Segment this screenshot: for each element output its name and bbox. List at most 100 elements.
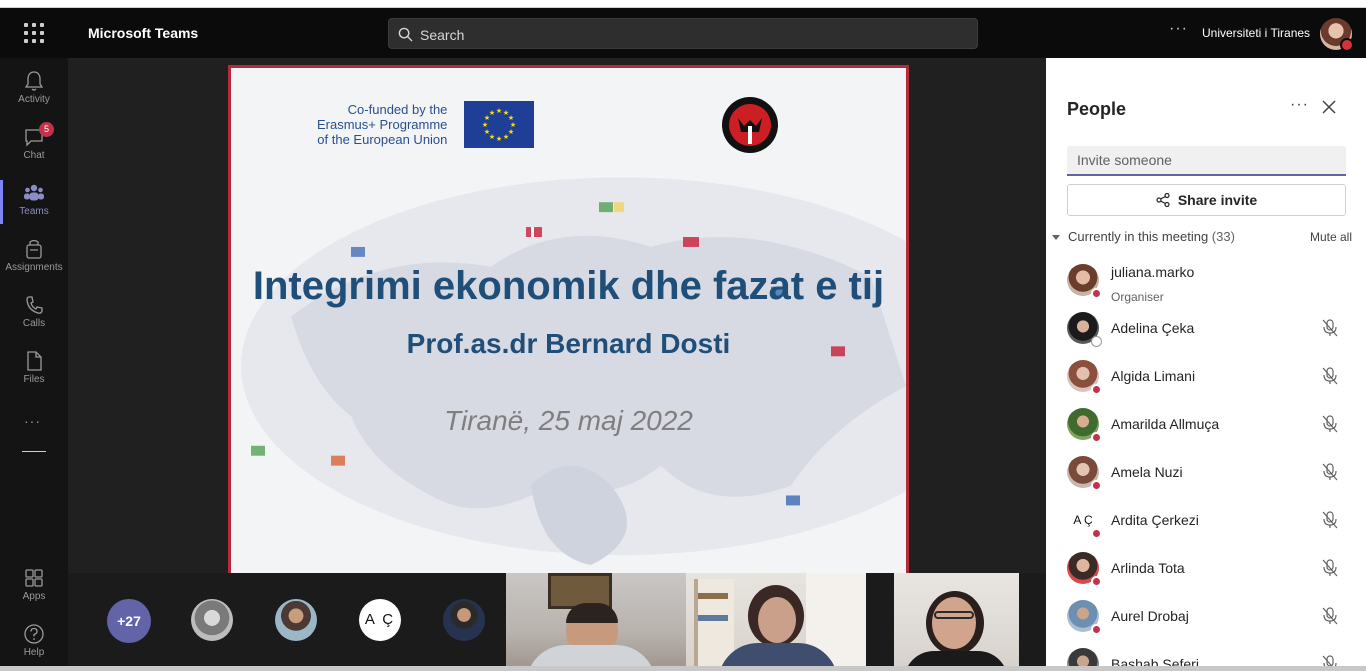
app-launcher-icon[interactable] (24, 23, 44, 43)
slide-presenter: Prof.as.dr Bernard Dosti (406, 328, 731, 359)
mic-muted-icon[interactable] (1321, 558, 1339, 578)
avatar (1067, 600, 1102, 635)
avatar (1067, 264, 1102, 299)
participant-video[interactable] (686, 573, 866, 671)
svg-text:★: ★ (489, 109, 495, 117)
svg-text:★: ★ (484, 128, 490, 136)
rail-label: Files (23, 374, 45, 385)
participant-name: Adelina Çeka (1111, 320, 1195, 336)
participant-avatar[interactable] (275, 599, 317, 641)
share-invite-button[interactable]: Share invite (1067, 184, 1346, 216)
participant-initials-avatar[interactable]: A Ç (359, 599, 401, 641)
participant-row[interactable]: Amarilda Allmuça (1067, 408, 1351, 456)
participant-row[interactable]: A Ç Ardita Çerkezi (1067, 504, 1351, 552)
presence-busy-icon (1091, 384, 1102, 395)
mic-muted-icon[interactable] (1321, 510, 1339, 530)
presence-busy-icon (1091, 432, 1102, 443)
rail-item-files[interactable]: Files (0, 344, 68, 396)
section-label: Currently in this meeting (1068, 229, 1209, 244)
panel-more-options-icon[interactable]: ··· (1290, 96, 1309, 114)
participant-name: Algida Limani (1111, 368, 1196, 384)
svg-text:★: ★ (503, 133, 509, 141)
eu-flag-logo: ★ ★★★ ★★★★ ★★★★ (464, 101, 534, 148)
people-panel: People ··· Share invite Currently in thi… (1046, 58, 1366, 671)
rail-label: Apps (22, 591, 46, 602)
title-bar: Microsoft Teams Search ··· Universiteti … (0, 8, 1366, 58)
participant-row[interactable]: Aurel Drobaj (1067, 600, 1351, 648)
search-placeholder: Search (420, 27, 465, 43)
participant-name: Amela Nuzi (1111, 464, 1183, 480)
svg-text:★: ★ (496, 107, 502, 115)
cofunded-line-3: of the European Union (317, 132, 448, 147)
more-participants-button[interactable]: +27 (107, 599, 151, 643)
participant-name: juliana.marko (1111, 264, 1195, 280)
shared-slide: Co-funded by the Erasmus+ Programme of t… (228, 65, 909, 573)
rail-item-calls[interactable]: Calls (0, 288, 68, 340)
participant-row[interactable]: Amela Nuzi (1067, 456, 1351, 504)
search-box[interactable]: Search (388, 18, 978, 49)
rail-item-apps[interactable]: Apps (0, 561, 68, 613)
browser-top-strip (0, 0, 1366, 8)
participant-name: Aurel Drobaj (1111, 608, 1189, 624)
file-icon (27, 351, 42, 371)
participant-row[interactable]: Arlinda Tota (1067, 552, 1351, 600)
mic-muted-icon[interactable] (1321, 606, 1339, 626)
bell-icon (24, 71, 44, 91)
rail-label: Activity (18, 94, 50, 105)
slide-date: Tiranë, 25 maj 2022 (444, 405, 693, 436)
mute-all-button[interactable]: Mute all (1310, 230, 1352, 244)
rail-item-teams[interactable]: Teams (0, 176, 68, 228)
presence-busy-icon (1091, 528, 1102, 539)
rail-item-help[interactable]: Help (0, 617, 68, 669)
participant-avatar[interactable] (191, 599, 233, 641)
app-title: Microsoft Teams (88, 25, 199, 41)
participant-row[interactable]: juliana.marko Organiser (1067, 264, 1351, 312)
participant-role: Organiser (1111, 290, 1164, 304)
presence-busy-icon (1091, 624, 1102, 635)
rail-item-chat[interactable]: 5 Chat (0, 120, 68, 172)
assignments-icon (26, 239, 42, 259)
participant-name: Amarilda Allmuça (1111, 416, 1220, 432)
avatar (1067, 312, 1102, 347)
participant-row[interactable]: Adelina Çeka (1067, 312, 1351, 360)
window-bottom-edge (0, 666, 1366, 671)
rail-label: Calls (22, 318, 46, 329)
mic-muted-icon[interactable] (1321, 462, 1339, 482)
mic-muted-icon[interactable] (1321, 414, 1339, 434)
svg-text:★: ★ (482, 121, 488, 129)
participant-name: Ardita Çerkezi (1111, 512, 1199, 528)
search-icon (398, 27, 413, 42)
rail-label: Help (23, 647, 45, 658)
share-icon (1156, 192, 1170, 207)
rail-item-assignments[interactable]: Assignments (0, 232, 68, 284)
participant-name: Arlinda Tota (1111, 560, 1185, 576)
teams-icon (24, 184, 44, 201)
more-apps-icon[interactable]: ··· (24, 413, 41, 429)
presence-away-icon (1091, 336, 1102, 347)
more-options-icon[interactable]: ··· (1169, 20, 1188, 38)
participant-row[interactable]: Algida Limani (1067, 360, 1351, 408)
apps-icon (25, 569, 43, 587)
invite-someone-input[interactable] (1067, 146, 1346, 176)
avatar (1067, 456, 1102, 491)
avatar (1067, 408, 1102, 443)
participant-video[interactable] (506, 573, 686, 671)
svg-text:★: ★ (496, 135, 502, 143)
rail-label: Teams (19, 206, 49, 217)
avatar-initials: A Ç (1067, 504, 1102, 539)
share-invite-label: Share invite (1177, 192, 1258, 208)
participant-video[interactable] (894, 573, 1019, 671)
collapse-chevron-icon (1052, 235, 1060, 241)
rail-item-activity[interactable]: Activity (0, 64, 68, 116)
close-icon[interactable] (1322, 100, 1336, 114)
presence-busy-icon (1091, 576, 1102, 587)
rail-label: Assignments (5, 262, 63, 273)
presence-busy-icon (1091, 480, 1102, 491)
mic-muted-icon[interactable] (1321, 318, 1339, 338)
cofunded-text: Co-funded by the Erasmus+ Programme of t… (317, 102, 447, 147)
profile-avatar[interactable] (1320, 18, 1354, 52)
mic-muted-icon[interactable] (1321, 366, 1339, 386)
in-meeting-section-header[interactable]: Currently in this meeting (33) Mute all (1052, 229, 1352, 247)
tenant-name[interactable]: Universiteti i Tiranes (1202, 26, 1310, 40)
participant-avatar[interactable] (443, 599, 485, 641)
